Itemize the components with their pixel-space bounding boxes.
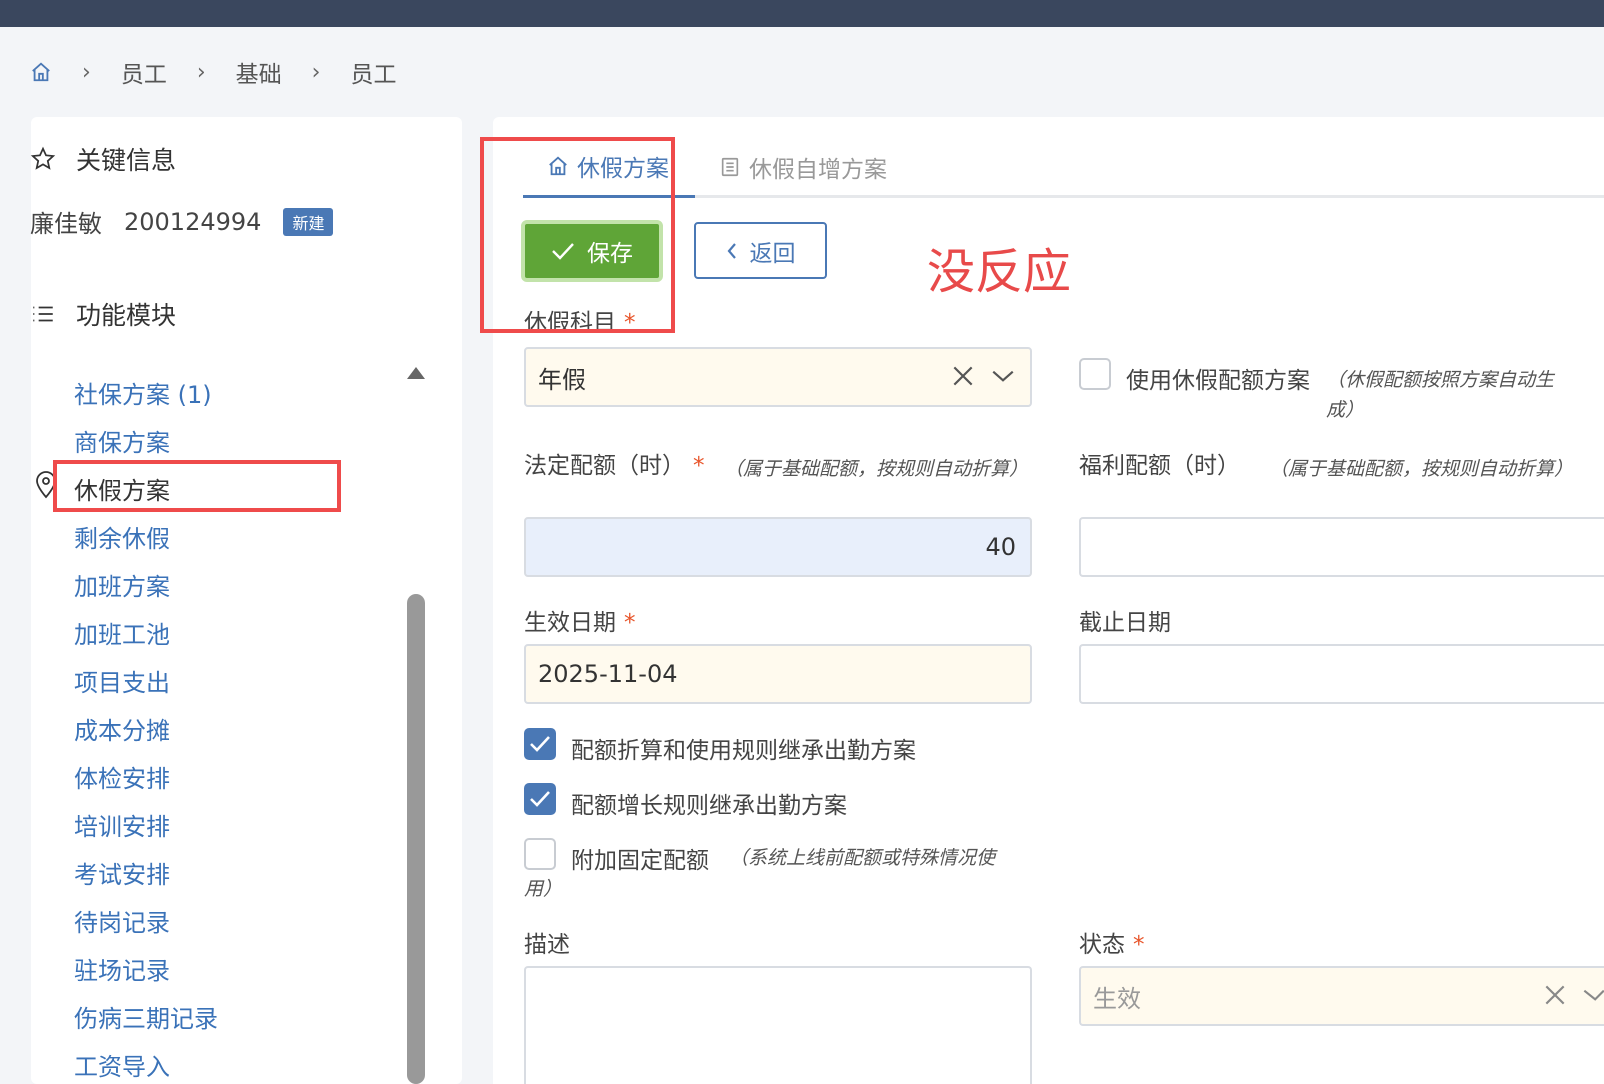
home-icon[interactable]: [30, 61, 52, 83]
close-icon[interactable]: [1542, 982, 1568, 1008]
close-icon[interactable]: [950, 363, 976, 389]
inherit-growth-checkbox[interactable]: [524, 783, 556, 815]
breadcrumb-separator: ›: [311, 59, 321, 85]
menu-item-onsite-record[interactable]: 驻场记录: [74, 951, 170, 986]
statutory-quota-input[interactable]: 40: [524, 517, 1032, 577]
menu-item-overtime-plan[interactable]: 加班方案: [74, 567, 170, 602]
inherit-conversion-checkbox[interactable]: [524, 728, 556, 760]
menu-item-overtime-pool[interactable]: 加班工池: [74, 615, 170, 650]
menu-item-standby-record[interactable]: 待岗记录: [74, 903, 170, 938]
scroll-up-arrow[interactable]: [407, 367, 425, 379]
required-mark: *: [624, 610, 636, 636]
menu-item-commercial-insurance[interactable]: 商保方案: [74, 423, 170, 458]
end-date-label: 截止日期: [1079, 603, 1171, 637]
menu-item-project-expense[interactable]: 项目支出: [74, 663, 170, 698]
modules-header: 功能模块: [30, 296, 176, 332]
statutory-quota-value: 40: [985, 533, 1016, 561]
employee-id: 200124994: [124, 207, 262, 236]
use-quota-plan-label: 使用休假配额方案: [1126, 361, 1310, 395]
key-info-title: 关键信息: [76, 146, 177, 175]
document-icon: [721, 157, 739, 177]
breadcrumb-separator: ›: [82, 59, 91, 85]
menu-item-salary-import[interactable]: 工资导入: [74, 1047, 170, 1082]
effective-date-value: 2025-11-04: [538, 660, 678, 688]
end-date-input[interactable]: [1079, 644, 1604, 704]
status-badge: 新建: [283, 207, 334, 236]
status-select[interactable]: 生效: [1079, 966, 1604, 1026]
select-controls: [1542, 982, 1604, 1008]
breadcrumb-item[interactable]: 员工: [121, 55, 167, 89]
leave-subject-select[interactable]: 年假: [524, 347, 1032, 407]
tab-label: 休假自增方案: [749, 157, 887, 183]
end-date-label-text: 截止日期: [1079, 610, 1171, 636]
annotation-box-menu: [53, 460, 341, 512]
breadcrumb-separator: ›: [196, 59, 206, 85]
welfare-quota-hint: （属于基础配额，按规则自动折算）: [1269, 458, 1574, 480]
back-button[interactable]: 返回: [694, 222, 827, 279]
welfare-quota-input[interactable]: [1079, 517, 1604, 577]
star-icon: [30, 146, 56, 170]
sidebar-scrollbar-thumb[interactable]: [407, 594, 425, 1084]
breadcrumb: › 员工 › 基础 › 员工: [30, 56, 396, 88]
status-label-text: 状态: [1079, 932, 1125, 958]
list-icon: [33, 306, 53, 322]
modules-title: 功能模块: [76, 301, 177, 330]
top-bar: [0, 0, 1604, 27]
select-controls: [950, 363, 1016, 389]
effective-date-label-text: 生效日期: [524, 610, 616, 636]
menu-item-injury-record[interactable]: 伤病三期记录: [74, 999, 218, 1034]
required-mark: *: [1133, 932, 1145, 958]
check-icon: [530, 736, 550, 752]
leave-subject-value: 年假: [538, 365, 586, 394]
employee-name: 廉佳敏: [30, 210, 102, 238]
status-label: 状态 *: [1079, 925, 1145, 959]
menu-item-training[interactable]: 培训安排: [74, 807, 170, 842]
fixed-quota-hint: （系统上线前配额或特殊情况使用）: [524, 847, 996, 900]
effective-date-label: 生效日期 *: [524, 603, 636, 637]
menu-item-physical-exam[interactable]: 体检安排: [74, 759, 170, 794]
description-label: 描述: [524, 932, 570, 958]
status-value: 生效: [1093, 984, 1141, 1013]
description-textarea[interactable]: [524, 966, 1032, 1084]
annotation-text: 没反应: [927, 244, 1072, 300]
inherit-growth-label: 配额增长规则继承出勤方案: [571, 793, 847, 819]
breadcrumb-item[interactable]: 基础: [236, 55, 282, 89]
effective-date-input[interactable]: 2025-11-04: [524, 644, 1032, 704]
back-label: 返回: [749, 240, 796, 267]
menu-item-cost-allocation[interactable]: 成本分摊: [74, 711, 170, 746]
tab-leave-auto-increase[interactable]: 休假自增方案: [719, 136, 887, 198]
use-quota-plan-checkbox[interactable]: [1079, 358, 1111, 390]
menu-item-social-insurance[interactable]: 社保方案 (1): [74, 375, 212, 410]
tab-bar: 休假方案 休假自增方案: [523, 136, 1604, 198]
use-quota-plan-label-text: 使用休假配额方案: [1126, 368, 1310, 394]
statutory-quota-hint: （属于基础配额，按规则自动折算）: [724, 458, 1029, 480]
chevron-left-icon: [727, 242, 736, 259]
annotation-box-save: [480, 137, 675, 333]
menu-item-remaining-leave[interactable]: 剩余休假: [74, 519, 170, 554]
breadcrumb-item: 员工: [350, 62, 397, 88]
inherit-conversion-label: 配额折算和使用规则继承出勤方案: [571, 738, 916, 764]
menu-item-exam[interactable]: 考试安排: [74, 855, 170, 890]
chevron-down-icon[interactable]: [1582, 982, 1604, 1008]
employee-summary: 廉佳敏 200124994 新建: [30, 204, 334, 239]
use-quota-plan-hint: （休假配额按照方案自动生成）: [1326, 369, 1555, 421]
key-info-header: 关键信息: [30, 141, 176, 177]
chevron-down-icon[interactable]: [990, 363, 1016, 389]
check-icon: [530, 791, 550, 807]
